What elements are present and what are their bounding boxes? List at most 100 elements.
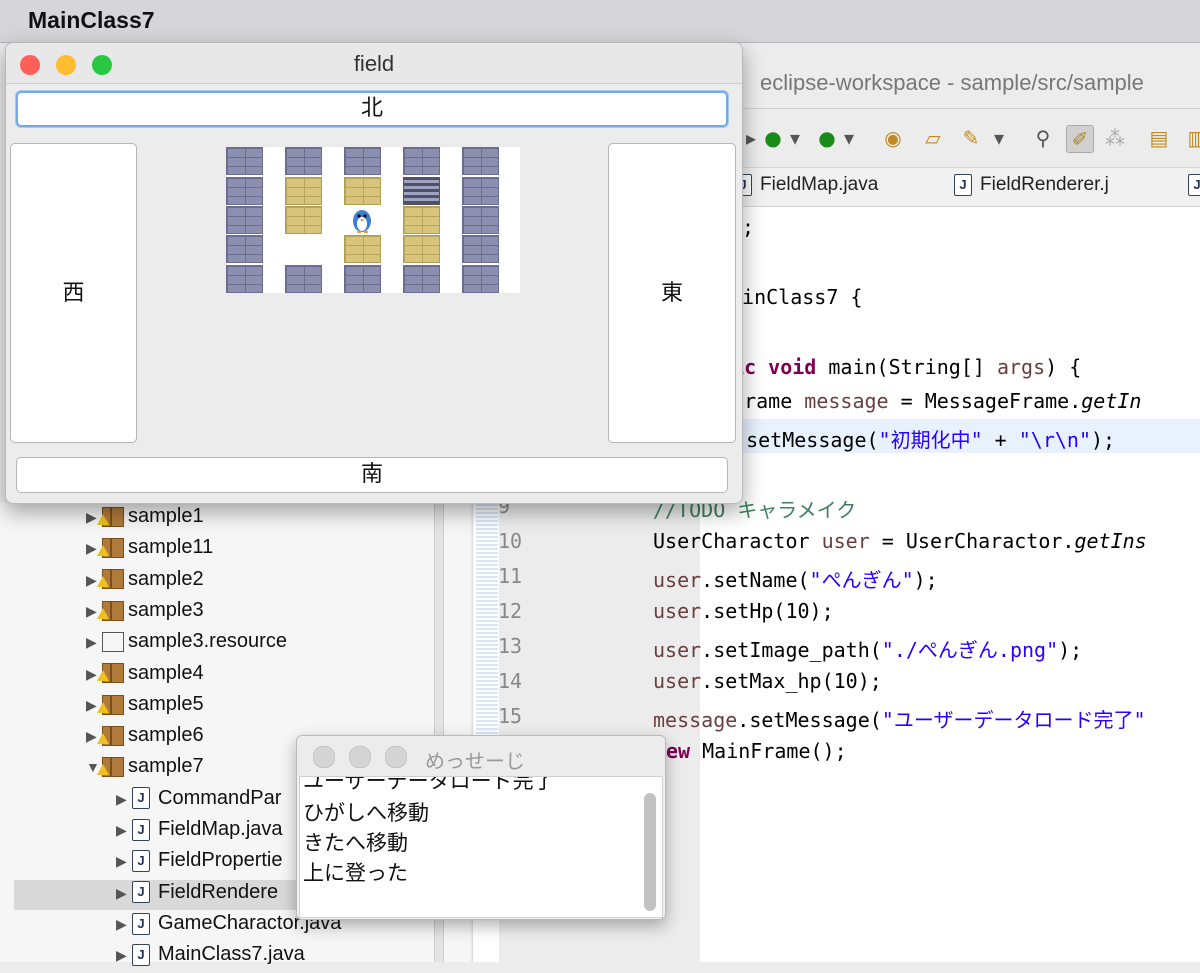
project-folder-icon <box>97 600 124 621</box>
north-button[interactable]: 北 <box>16 91 728 127</box>
collapsed-arrow-icon[interactable]: ▶ <box>116 885 132 902</box>
brick-wall-tile <box>462 265 499 293</box>
message-window: めっせーじ ユーザーデータロード完了 ひがしへ移動 きたへ移動 上に登った <box>296 735 666 920</box>
line-number: 14 <box>498 669 523 693</box>
tree-item[interactable]: ▶ sample2 <box>86 568 204 598</box>
line-number: 15 <box>498 704 523 728</box>
project-folder-icon <box>97 725 124 746</box>
line-number: 12 <box>498 599 523 623</box>
message-scrollbar[interactable] <box>644 793 656 911</box>
field-map <box>226 147 520 293</box>
brick-wall-tile <box>462 147 499 175</box>
collapsed-arrow-icon[interactable]: ▶ <box>116 916 132 933</box>
close-icon[interactable] <box>313 746 335 768</box>
line-number: 11 <box>498 564 523 588</box>
java-file-icon: J <box>132 943 150 966</box>
message-title: めっせーじ <box>425 749 525 773</box>
change-ruler <box>476 490 498 750</box>
brick-wall-tile <box>226 177 263 205</box>
floor-tile <box>344 177 381 205</box>
collapsed-arrow-icon[interactable]: ▶ <box>116 853 132 870</box>
field-title: field <box>353 51 395 76</box>
west-button[interactable]: 西 <box>10 143 137 443</box>
collapsed-arrow-icon[interactable]: ▶ <box>116 822 132 839</box>
tree-item-label: sample4 <box>128 661 204 684</box>
tree-item-label: sample3.resource <box>128 630 287 653</box>
tree-item-label: sample6 <box>128 724 204 747</box>
tree-item[interactable]: ▶ sample3.resource <box>86 630 287 660</box>
tree-item[interactable]: ▶ sample11 <box>86 536 213 566</box>
open-resource-icon[interactable]: ▥ <box>1184 125 1200 151</box>
message-titlebar: めっせーじ <box>297 736 665 776</box>
tree-item[interactable]: ▶ J FieldPropertie <box>116 849 283 879</box>
code-line: message.setMessage("ユーザーデータロード完了" <box>653 708 1146 732</box>
tree-item[interactable]: ▶ sample1 <box>86 505 204 535</box>
resource-folder-icon <box>102 631 124 652</box>
dropdown-arrow-icon[interactable]: ▾ <box>836 125 862 151</box>
java-file-warning-icon: J <box>132 818 150 841</box>
brick-wall-tile <box>285 265 322 293</box>
message-line: ひがしへ移動 <box>303 801 429 825</box>
minimize-icon[interactable] <box>349 746 371 768</box>
tree-item[interactable]: ▼ sample7 <box>86 755 204 785</box>
tree-item[interactable]: ▶ sample6 <box>86 724 204 754</box>
highlight-brush-icon[interactable]: ✐ <box>1066 125 1094 153</box>
code-line: user.setMax_hp(10); <box>653 669 882 693</box>
tab-fieldmap[interactable]: JFieldMap.java <box>734 174 878 196</box>
penguin-sprite <box>344 206 381 234</box>
java-file-icon: J <box>132 912 150 935</box>
warning-icon <box>97 732 109 744</box>
floor-tile <box>403 235 440 263</box>
field-window: field 北 西 東 南 <box>5 42 743 504</box>
project-folder-icon <box>97 663 124 684</box>
tab-fieldrenderer[interactable]: J FieldRenderer.j <box>954 174 1109 196</box>
code-line: eFrame message = MessageFrame.getIn <box>720 389 1142 413</box>
code-line: UserCharactor user = UserCharactor.getIn… <box>653 529 1147 553</box>
tree-item[interactable]: ▶ sample4 <box>86 662 204 692</box>
tree-item[interactable]: ▶ J MainClass7.java <box>116 943 305 973</box>
code-line: user.setImage_path("./ぺんぎん.png"); <box>653 638 1083 662</box>
tree-item-label: sample3 <box>128 598 204 621</box>
java-file-icon: J <box>132 850 150 873</box>
open-folder-icon[interactable]: ▱ <box>920 125 946 151</box>
message-line: ユーザーデータロード完了 <box>303 776 555 793</box>
floor-tile <box>344 235 381 263</box>
code-line: ainClass7 { <box>730 285 863 309</box>
dots-icon[interactable]: ⁂ <box>1102 125 1128 151</box>
collapsed-arrow-icon[interactable]: ▶ <box>86 634 102 651</box>
dropdown-arrow-icon[interactable]: ▾ <box>986 125 1012 151</box>
brick-wall-tile <box>344 265 381 293</box>
east-button[interactable]: 東 <box>608 143 736 443</box>
tree-item[interactable]: ▶ J CommandPar <box>116 787 281 817</box>
floor-tile <box>285 177 322 205</box>
brick-wall-tile <box>344 147 381 175</box>
collapsed-arrow-icon[interactable]: ▶ <box>116 791 132 808</box>
line-number: 13 <box>498 634 523 658</box>
eclipse-toolbar: ▸ ● ▾ ● ▾ ◉ ▱ ✎ ▾ ⚲ ✐ ⁂ ▤ ▥ <box>700 109 1200 168</box>
dropdown-arrow-icon[interactable]: ▾ <box>782 125 808 151</box>
project-folder-icon <box>97 569 124 590</box>
message-textarea[interactable]: ユーザーデータロード完了 ひがしへ移動 きたへ移動 上に登った <box>299 776 663 918</box>
brick-wall-tile <box>226 265 263 293</box>
code-line: ew MainFrame(); <box>666 739 847 763</box>
menubar: MainClass7 <box>0 0 1200 43</box>
tree-item[interactable]: ▶ J FieldRendere <box>116 881 278 911</box>
tree-item-label: sample5 <box>128 692 204 715</box>
project-folder-icon <box>97 538 124 559</box>
tree-item[interactable]: ▶ sample5 <box>86 693 204 723</box>
pin-icon[interactable]: ⚲ <box>1030 125 1056 151</box>
code-line: user.setName("ぺんぎん"); <box>653 568 938 592</box>
zoom-icon[interactable] <box>385 746 407 768</box>
tree-item-label: FieldMap.java <box>158 818 283 840</box>
brick-wall-tile <box>226 206 263 234</box>
south-button[interactable]: 南 <box>16 457 728 493</box>
edit-icon[interactable]: ✎ <box>958 125 984 151</box>
tab-next[interactable]: J <box>1188 174 1200 196</box>
tree-item-label: CommandPar <box>158 786 282 809</box>
new-package-icon[interactable]: ◉ <box>880 125 906 151</box>
tree-item[interactable]: ▶ sample3 <box>86 599 204 629</box>
brick-wall-tile <box>462 206 499 234</box>
open-type-icon[interactable]: ▤ <box>1146 125 1172 151</box>
app-name[interactable]: MainClass7 <box>28 7 155 34</box>
tree-item[interactable]: ▶ J FieldMap.java <box>116 818 283 848</box>
